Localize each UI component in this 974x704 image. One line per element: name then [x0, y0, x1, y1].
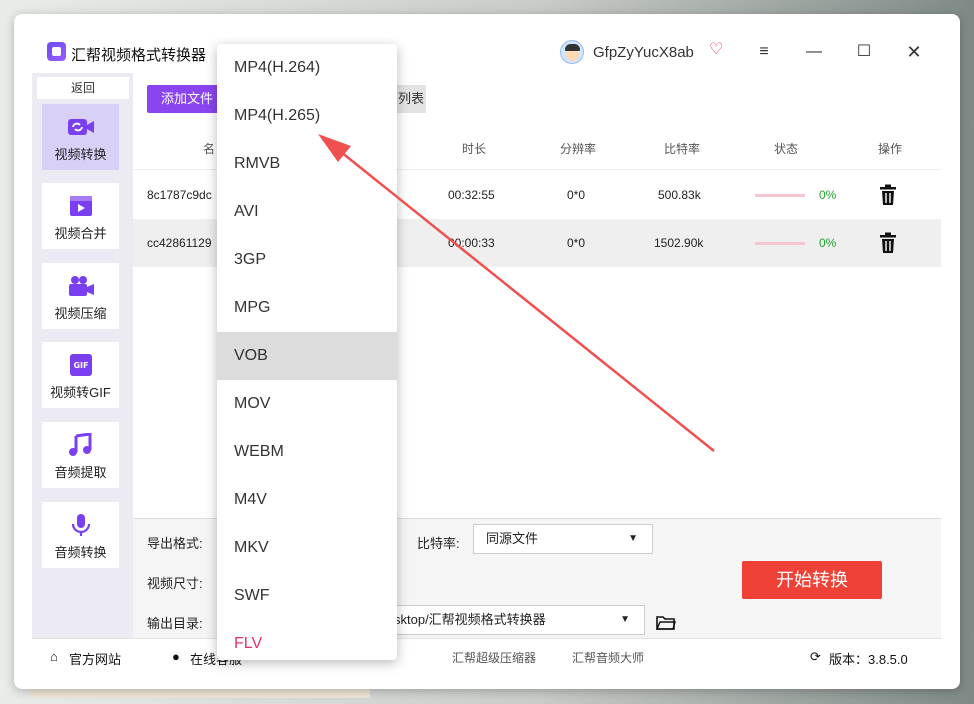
format-option-mov[interactable]: MOV — [217, 380, 397, 428]
progress-percent: 0% — [819, 236, 837, 250]
cell-name: 8c1787c9dc — [147, 188, 212, 202]
format-option-mkv[interactable]: MKV — [217, 524, 397, 572]
minimize-icon[interactable]: — — [802, 40, 826, 64]
header-status: 状态 — [774, 142, 799, 156]
sidebar-item-label: 视频转GIF — [50, 385, 111, 400]
avatar-hair — [565, 44, 580, 51]
output-dir-value: sktop/汇帮视频格式转换器 — [394, 612, 546, 627]
official-website-link[interactable]: 官方网站 — [69, 649, 121, 668]
progress-percent: 0% — [819, 188, 837, 202]
music-note-icon — [67, 432, 95, 457]
sidebar-item-video-convert[interactable]: 视频转换 — [42, 104, 119, 170]
cell-name: cc42861129 — [147, 236, 212, 250]
svg-text:GIF: GIF — [73, 361, 88, 370]
gif-icon: GIF — [67, 353, 95, 377]
sidebar-item-video-compress[interactable]: 视频压缩 — [42, 263, 119, 329]
home-icon: ⌂ — [50, 649, 58, 664]
bitrate-select-value: 同源文件 — [486, 531, 539, 546]
sidebar-item-label: 视频转换 — [54, 147, 107, 162]
username[interactable]: GfpZyYucX8ab — [593, 44, 694, 61]
video-merge-icon — [67, 194, 95, 218]
cell-resolution: 0*0 — [567, 188, 586, 202]
super-compressor-link[interactable]: 汇帮超级压缩器 — [452, 649, 536, 666]
trash-icon[interactable] — [878, 184, 898, 206]
format-option-vob[interactable]: VOB — [217, 332, 397, 380]
sidebar-item-label: 音频转换 — [54, 545, 107, 560]
close-icon[interactable]: ✕ — [902, 40, 926, 64]
cell-bitrate: 500.83k — [658, 188, 701, 202]
export-format-label: 导出格式: — [147, 536, 203, 551]
audio-master-link[interactable]: 汇帮音频大师 — [572, 649, 644, 666]
refresh-icon[interactable]: ⟳ — [810, 649, 821, 665]
headset-icon: ● — [172, 649, 180, 664]
format-option-mp4-h264[interactable]: MP4(H.264) — [217, 44, 397, 92]
sidebar: 返回 视频转换 视频合并 视频压缩 GIF 视频转GIF 音频提取 音频转换 — [32, 73, 133, 638]
list-button[interactable]: 列表 — [394, 85, 426, 113]
header-name: 名 — [203, 142, 216, 156]
header-actions: 操作 — [878, 142, 903, 156]
format-option-mpg[interactable]: MPG — [217, 284, 397, 332]
sidebar-item-label: 视频压缩 — [54, 306, 107, 321]
chevron-down-icon: ▼ — [628, 533, 638, 544]
bitrate-label: 比特率: — [417, 536, 460, 551]
format-option-rmvb[interactable]: RMVB — [217, 140, 397, 188]
cell-bitrate: 1502.90k — [654, 236, 704, 250]
header-bitrate: 比特率 — [664, 142, 701, 156]
format-option-avi[interactable]: AVI — [217, 188, 397, 236]
sidebar-item-audio-extract[interactable]: 音频提取 — [42, 422, 119, 488]
start-convert-button[interactable]: 开始转换 — [742, 561, 882, 599]
maximize-icon[interactable]: ☐ — [852, 40, 876, 64]
trash-icon[interactable] — [878, 232, 898, 254]
format-option-flv[interactable]: FLV — [217, 620, 397, 660]
progress-bar — [755, 194, 805, 197]
output-dir-label: 输出目录: — [147, 616, 203, 631]
folder-icon[interactable] — [655, 615, 676, 631]
format-option-webm[interactable]: WEBM — [217, 428, 397, 476]
format-dropdown[interactable]: MP4(H.264) MP4(H.265) RMVB AVI 3GP MPG V… — [217, 44, 397, 660]
sidebar-item-video-to-gif[interactable]: GIF 视频转GIF — [42, 342, 119, 408]
app-logo-icon — [47, 42, 66, 61]
app-title: 汇帮视频格式转换器 — [71, 47, 207, 64]
title-bar: 汇帮视频格式转换器 GfpZyYucX8ab ♡ ≡ — ☐ ✕ — [14, 14, 960, 72]
user-avatar[interactable] — [560, 40, 584, 64]
version-label: 版本：3.8.5.0 — [829, 652, 908, 667]
microphone-icon — [67, 513, 95, 537]
format-option-3gp[interactable]: 3GP — [217, 236, 397, 284]
app-window: 汇帮视频格式转换器 GfpZyYucX8ab ♡ ≡ — ☐ ✕ 返回 视频转换… — [14, 14, 960, 689]
menu-icon[interactable]: ≡ — [752, 40, 776, 64]
footer: ⌂ 官方网站 ● 在线客服 汇帮超级压缩器 汇帮音频大师 ⟳ 版本：3.8.5.… — [32, 638, 942, 676]
cell-duration: 00:32:55 — [448, 188, 495, 202]
sidebar-item-label: 音频提取 — [54, 465, 107, 480]
video-size-label: 视频尺寸: — [147, 576, 203, 591]
vip-heart-icon[interactable]: ♡ — [709, 42, 723, 58]
sidebar-item-label: 视频合并 — [54, 226, 107, 241]
back-button[interactable]: 返回 — [37, 77, 129, 99]
format-option-mp4-h265[interactable]: MP4(H.265) — [217, 92, 397, 140]
chevron-down-icon: ▼ — [620, 614, 630, 625]
bitrate-select[interactable]: 同源文件 ▼ — [473, 524, 653, 554]
cell-resolution: 0*0 — [567, 236, 586, 250]
output-dir-select[interactable]: sktop/汇帮视频格式转换器 ▼ — [377, 605, 645, 635]
background-strip — [30, 688, 370, 698]
header-resolution: 分辨率 — [560, 142, 597, 156]
format-option-m4v[interactable]: M4V — [217, 476, 397, 524]
format-option-swf[interactable]: SWF — [217, 572, 397, 620]
sidebar-item-audio-convert[interactable]: 音频转换 — [42, 502, 119, 568]
sidebar-item-video-merge[interactable]: 视频合并 — [42, 183, 119, 249]
add-files-button[interactable]: 添加文件 — [147, 85, 227, 113]
header-duration: 时长 — [462, 142, 487, 156]
video-convert-icon — [67, 115, 95, 139]
progress-bar — [755, 242, 805, 245]
video-compress-icon — [67, 274, 95, 298]
cell-duration: 00:00:33 — [448, 236, 495, 250]
